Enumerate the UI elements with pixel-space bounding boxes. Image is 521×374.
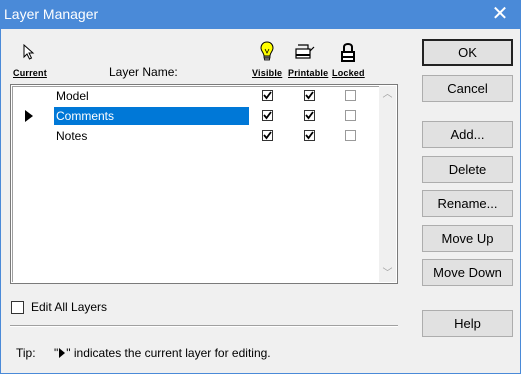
tip-label: Tip: <box>16 346 36 360</box>
light-bulb-icon <box>260 41 274 66</box>
cancel-button[interactable]: Cancel <box>422 75 513 102</box>
layer-name[interactable]: Comments <box>54 107 249 125</box>
layer-row[interactable]: Comments <box>12 106 380 126</box>
separator <box>10 325 398 327</box>
locked-checkbox[interactable] <box>345 90 356 101</box>
ok-button[interactable]: OK <box>422 39 513 66</box>
locked-checkbox[interactable] <box>345 130 356 141</box>
current-layer-pointer-icon <box>25 110 33 122</box>
locked-checkbox[interactable] <box>345 110 356 121</box>
header-layer-name: Layer Name: <box>109 65 178 79</box>
window-title: Layer Manager <box>4 6 99 22</box>
layer-name[interactable]: Model <box>54 87 249 105</box>
layer-list[interactable]: Model Comments Notes ︿ ﹀ <box>10 84 398 284</box>
title-bar: Layer Manager ✕ <box>1 1 520 29</box>
visible-checkbox[interactable] <box>262 90 273 101</box>
visible-checkbox[interactable] <box>262 110 273 121</box>
tip-text: " " indicates the current layer for editi… <box>54 346 271 360</box>
visible-checkbox[interactable] <box>262 130 273 141</box>
scroll-up-icon[interactable]: ︿ <box>379 86 396 103</box>
close-button[interactable]: ✕ <box>480 1 520 29</box>
pointer-triangle-icon <box>59 348 66 358</box>
printable-checkbox[interactable] <box>304 130 315 141</box>
layer-manager-dialog: Layer Manager ✕ Current Layer Name: Visi… <box>0 0 521 374</box>
layer-name[interactable]: Notes <box>54 127 249 145</box>
padlock-icon <box>340 41 356 66</box>
scroll-down-icon[interactable]: ﹀ <box>379 265 396 282</box>
rename-button[interactable]: Rename... <box>422 190 513 217</box>
header-printable: Printable <box>288 68 329 78</box>
printable-checkbox[interactable] <box>304 90 315 101</box>
cursor-arrow-icon <box>23 43 35 63</box>
help-button[interactable]: Help <box>422 310 513 337</box>
layer-row[interactable]: Notes <box>12 126 380 146</box>
printer-icon <box>295 43 315 64</box>
move-up-button[interactable]: Move Up <box>422 225 513 252</box>
vertical-scrollbar[interactable]: ︿ ﹀ <box>379 86 396 282</box>
header-current: Current <box>13 68 47 78</box>
add-button[interactable]: Add... <box>422 121 513 148</box>
delete-button[interactable]: Delete <box>422 156 513 183</box>
header-visible: Visible <box>252 68 283 78</box>
tip-text-start: " <box>54 346 59 360</box>
printable-checkbox[interactable] <box>304 110 315 121</box>
tip-text-end: " indicates the current layer for editin… <box>66 346 271 360</box>
edit-all-layers-label[interactable]: Edit All Layers <box>31 300 107 314</box>
header-locked: Locked <box>332 68 365 78</box>
edit-all-layers-checkbox[interactable] <box>11 301 24 314</box>
move-down-button[interactable]: Move Down <box>422 259 513 286</box>
layer-row[interactable]: Model <box>12 86 380 106</box>
